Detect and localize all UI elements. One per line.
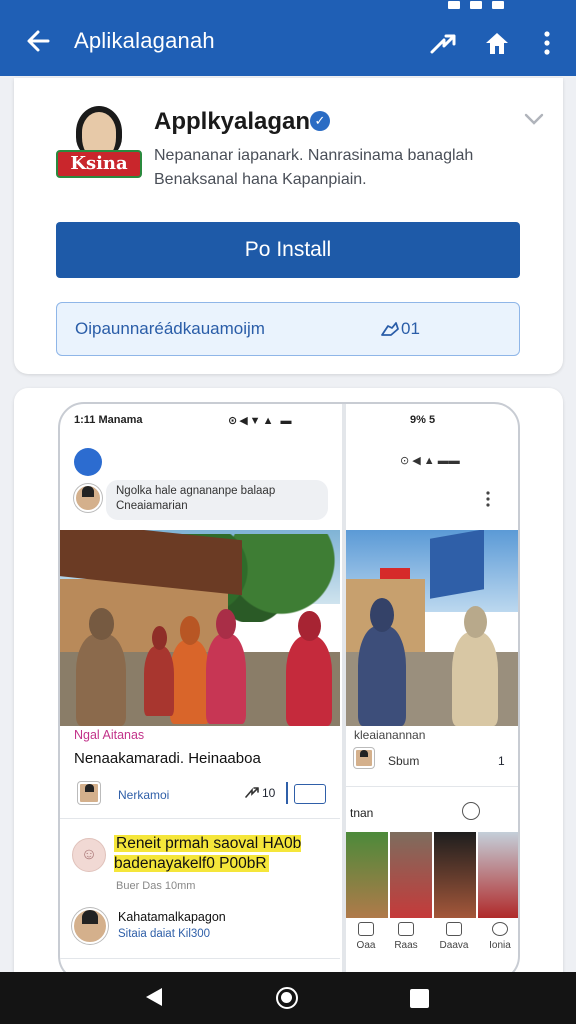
info-icon[interactable] bbox=[462, 802, 480, 820]
thumbs-up-icon bbox=[381, 322, 399, 336]
phone-status-icons: ⊙◀▼▲ ▬ bbox=[228, 415, 294, 427]
right-section-label: tnan bbox=[350, 806, 374, 820]
app-bar: Aplikalaganah bbox=[0, 0, 576, 76]
right-author-name[interactable]: Sbum bbox=[388, 754, 419, 768]
verified-badge-icon: ✓ bbox=[310, 111, 330, 131]
right-nav-item-2[interactable]: Daava bbox=[432, 922, 476, 951]
right-nav-item-3[interactable]: Ionia bbox=[478, 922, 518, 951]
right-author-avatar bbox=[354, 748, 374, 768]
divider bbox=[60, 818, 340, 819]
divider bbox=[346, 786, 518, 787]
home-icon[interactable] bbox=[482, 28, 512, 58]
app-description: Nepananar iapanark. Nanrasinama banaglah… bbox=[154, 147, 474, 188]
right-status-icons: ⊙ ◀ ▲ ▬▬ bbox=[400, 455, 460, 467]
promo-count: 01 bbox=[401, 319, 420, 338]
post-author-avatar bbox=[74, 484, 102, 512]
flag bbox=[430, 530, 484, 599]
nav-icon bbox=[358, 922, 374, 936]
promo-banner[interactable]: Oipaunnaréádkauamoijm 01 bbox=[56, 302, 520, 356]
comment-avatar: ☺ bbox=[72, 838, 106, 872]
divider bbox=[60, 958, 340, 959]
post-author-name[interactable]: Nerkamoi bbox=[118, 788, 169, 802]
divider bbox=[286, 782, 288, 804]
phone-status-right: 9% 5 bbox=[410, 414, 436, 426]
post-hashtag[interactable]: Ngal Aitanas bbox=[74, 728, 144, 742]
messenger-icon[interactable] bbox=[74, 448, 102, 476]
photo-strip[interactable] bbox=[346, 832, 518, 918]
commenter-sub: Sitaia daiat Kil300 bbox=[118, 928, 211, 940]
phone-status-time: 1:11 Manama bbox=[74, 414, 143, 426]
post-photo-left[interactable] bbox=[60, 530, 340, 726]
nav-icon bbox=[398, 922, 414, 936]
system-nav-bar bbox=[0, 972, 576, 1024]
chevron-down-icon[interactable] bbox=[524, 112, 544, 126]
commenter-name[interactable]: Kahatamalkapagon bbox=[118, 910, 226, 924]
right-hashtag[interactable]: kleaianannan bbox=[354, 728, 425, 742]
action-button[interactable] bbox=[294, 784, 326, 804]
nav-icon bbox=[446, 922, 462, 936]
nav-home-icon[interactable] bbox=[276, 987, 298, 1009]
app-name: Applkyalagan bbox=[154, 108, 311, 135]
app-logo: Ksina bbox=[56, 102, 144, 186]
nav-recents-icon[interactable] bbox=[410, 989, 429, 1008]
nav-back-icon[interactable] bbox=[146, 988, 162, 1006]
more-vert-icon[interactable] bbox=[532, 28, 562, 58]
share-count: 10 bbox=[262, 786, 276, 800]
post-photo-right[interactable] bbox=[346, 530, 518, 726]
promo-text: Oipaunnaréádkauamoijm bbox=[75, 319, 265, 338]
author-avatar bbox=[78, 782, 100, 804]
post-headline: Nenaakamaradi. Heinaaboa bbox=[74, 750, 261, 767]
install-button[interactable]: Po Install bbox=[56, 222, 520, 278]
share-icon[interactable] bbox=[428, 28, 458, 58]
more-vert-icon[interactable] bbox=[484, 490, 492, 508]
right-share-count: 1 bbox=[498, 754, 505, 768]
back-arrow-icon[interactable] bbox=[24, 26, 54, 56]
commenter-avatar bbox=[72, 908, 108, 944]
right-nav-item-1[interactable]: Raas bbox=[384, 922, 428, 951]
highlighted-comment: Reneit prmah saoval HA0b badenayakelf0 P… bbox=[114, 835, 302, 872]
app-listing-card: Ksina Applkyalagan ✓ Nepananar iapanark.… bbox=[14, 78, 563, 374]
search-icon bbox=[492, 922, 508, 936]
status-icons bbox=[438, 0, 558, 9]
comment-bubble: Ngolka hale agnananpe balaap Cneaiamaria… bbox=[106, 480, 328, 520]
comment-meta: Buer Das 10mm bbox=[116, 880, 196, 892]
share-arrow-icon[interactable] bbox=[244, 784, 260, 800]
screenshot-card[interactable]: 1:11 Manama ⊙◀▼▲ ▬ Ngolka hale agnananpe… bbox=[14, 388, 563, 988]
phone-mockup: 1:11 Manama ⊙◀▼▲ ▬ Ngolka hale agnananpe… bbox=[58, 402, 520, 982]
logo-text: Ksina bbox=[56, 150, 142, 178]
app-bar-title: Aplikalaganah bbox=[74, 28, 215, 53]
right-nav-item-0[interactable]: Oaa bbox=[344, 922, 388, 951]
